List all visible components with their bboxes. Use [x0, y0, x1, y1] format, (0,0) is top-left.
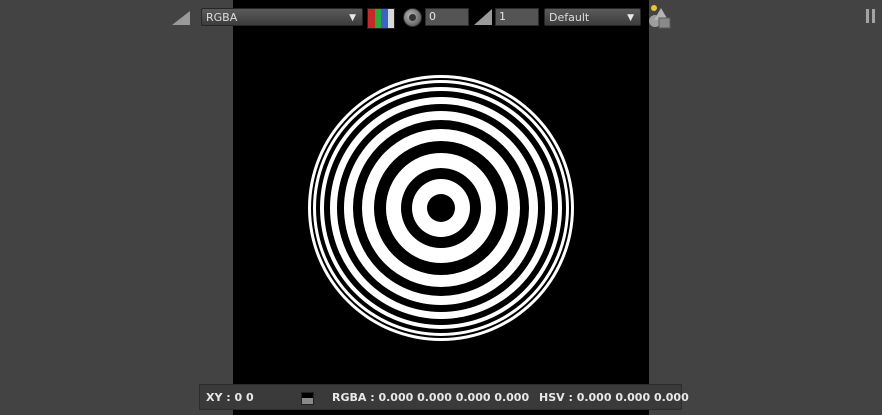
concentric-rings-image — [308, 75, 574, 341]
viewer-toolbar: RGBA ▼ 0 1 Default ▼ — [0, 0, 882, 34]
chevron-down-icon: ▼ — [627, 13, 634, 23]
channel-select[interactable]: RGBA ▼ — [201, 8, 363, 26]
ring — [427, 194, 455, 222]
image-canvas[interactable] — [233, 0, 649, 415]
lut-select-value: Default — [549, 11, 590, 24]
image-viewer: RGBA ▼ 0 1 Default ▼ XY: 0 0 RGBA: 0.0… — [0, 0, 882, 415]
pixel-color-swatch — [301, 392, 314, 405]
gain-field[interactable]: 0 — [425, 8, 469, 26]
xy-readout: XY : 0 0 — [206, 391, 254, 404]
lut-select[interactable]: Default ▼ — [544, 8, 641, 26]
hsv-readout: HSV : 0.000 0.000 0.000 — [539, 391, 689, 404]
chevron-down-icon: ▼ — [349, 13, 356, 23]
rgba-readout: RGBA : 0.000 0.000 0.000 0.000 — [332, 391, 530, 404]
gamma-field[interactable]: 1 — [495, 8, 539, 26]
channel-select-value: RGBA — [206, 11, 238, 24]
pixel-info-bar: XY : 0 0 RGBA : 0.000 0.000 0.000 0.000 … — [199, 384, 689, 410]
scene-objects-icon[interactable] — [647, 4, 673, 30]
gamma-ramp-icon[interactable] — [473, 8, 493, 26]
exposure-ramp-icon[interactable] — [171, 10, 191, 26]
aperture-icon[interactable] — [403, 8, 422, 27]
channel-color-swatch[interactable] — [367, 8, 395, 29]
pause-icon[interactable] — [866, 9, 876, 23]
alpha-channel-icon — [387, 9, 394, 28]
